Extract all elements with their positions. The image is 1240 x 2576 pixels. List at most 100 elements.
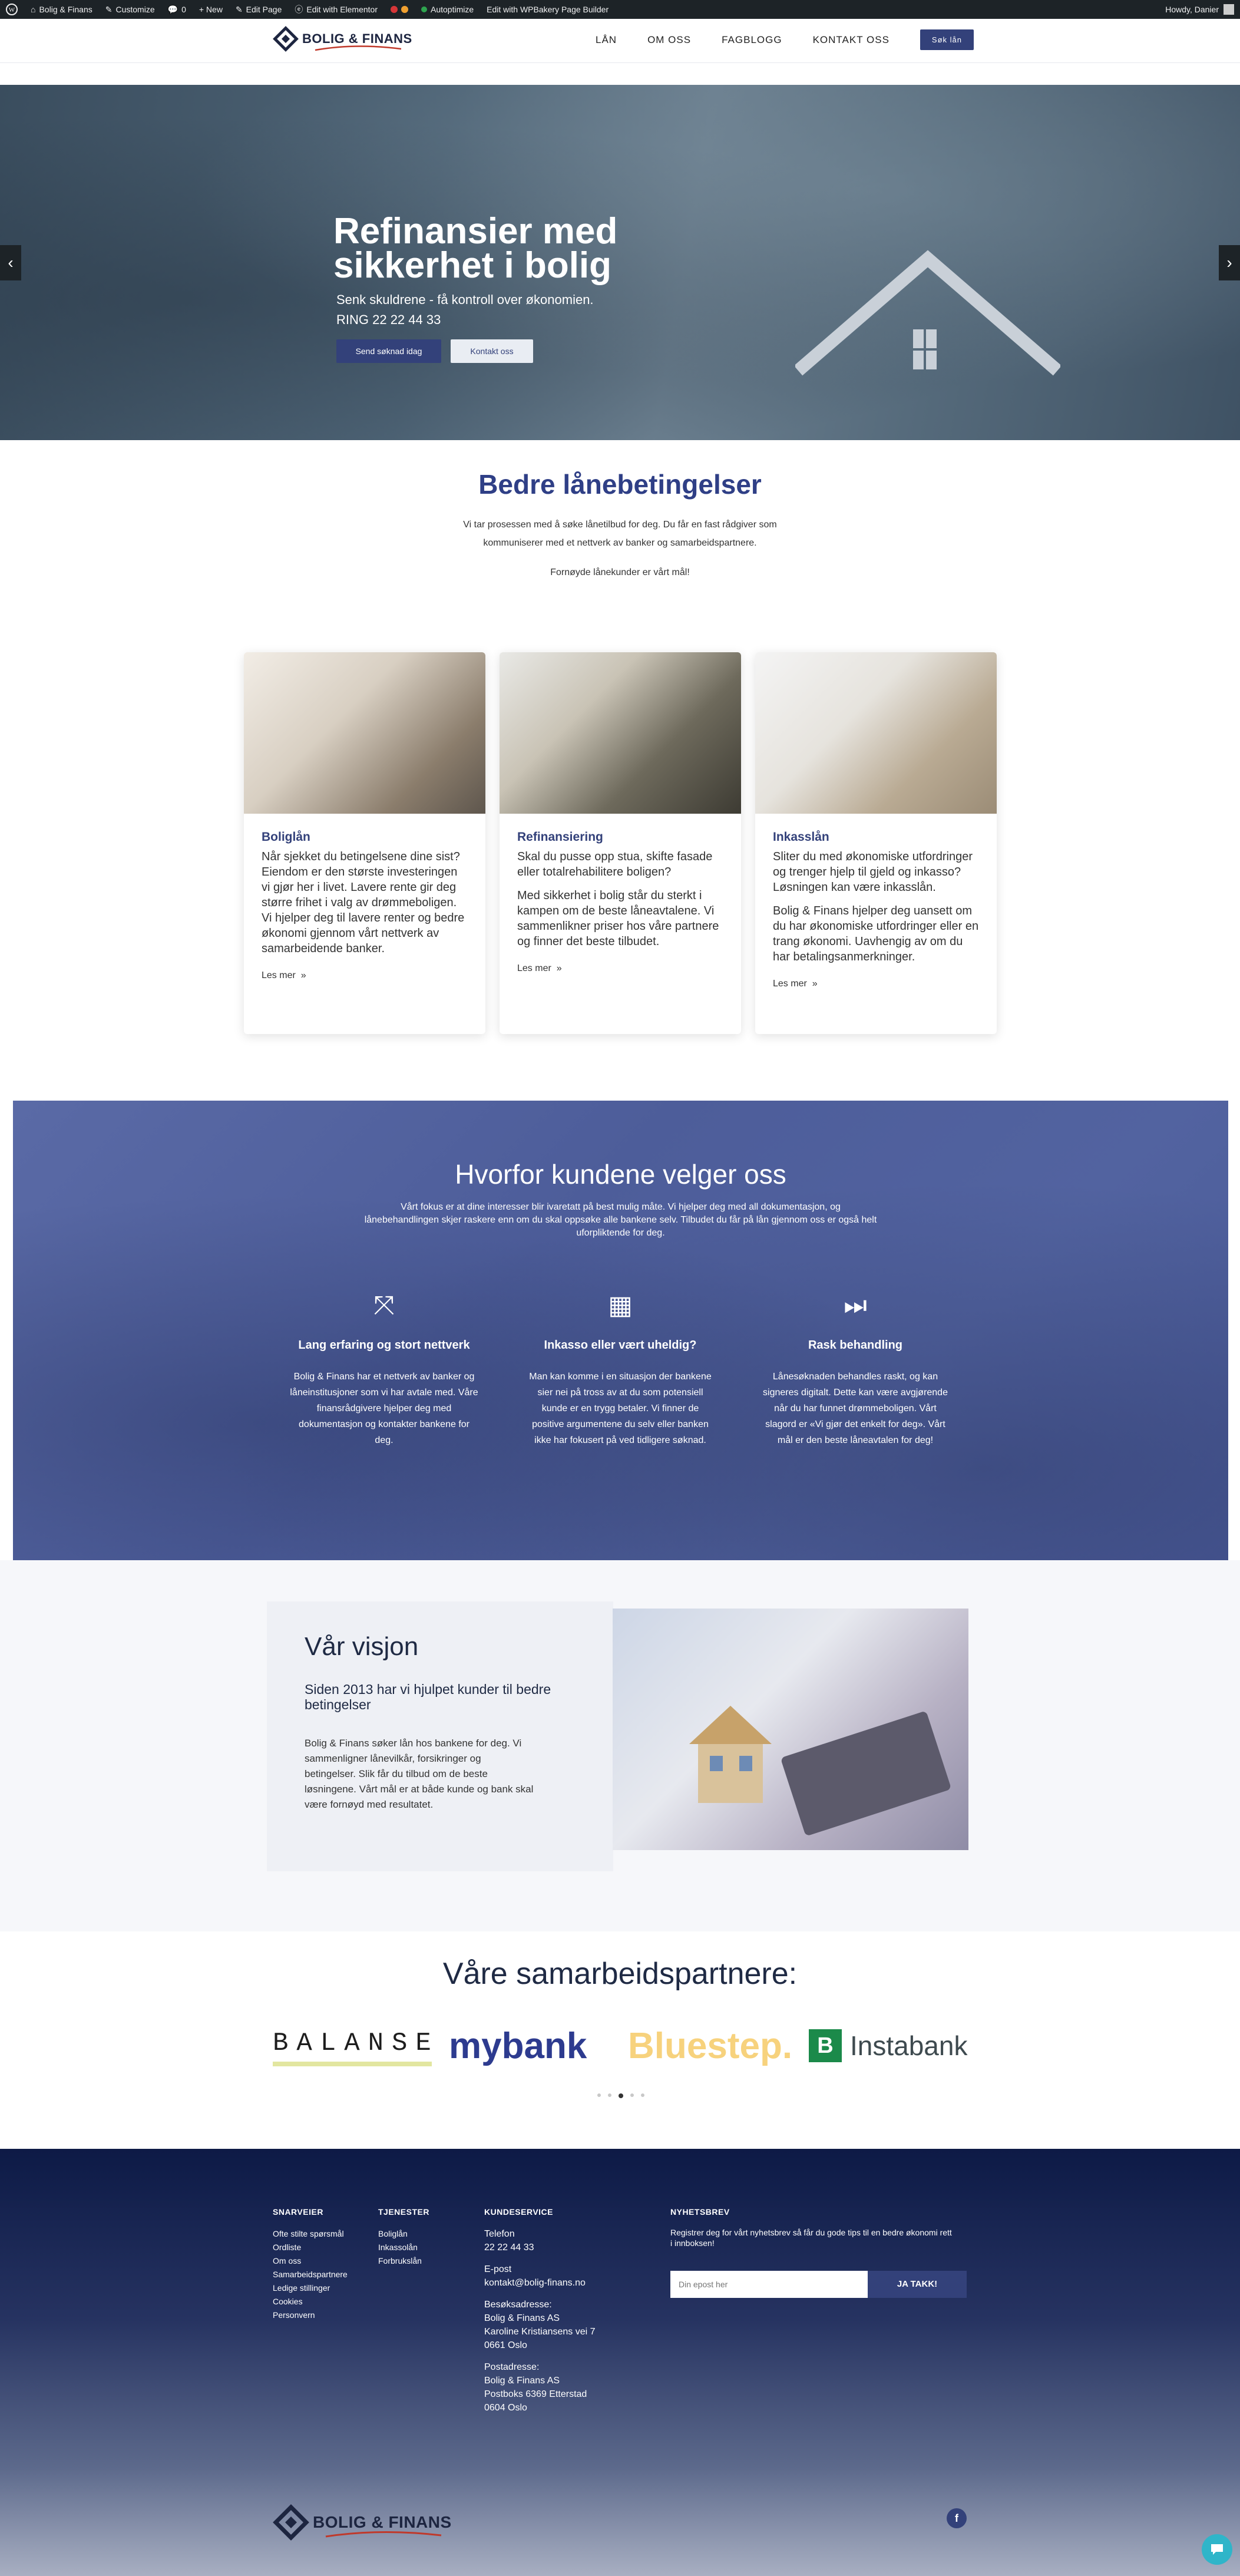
- admin-edit-page[interactable]: ✎ Edit Page: [236, 5, 282, 15]
- partner-name: mybank: [449, 2025, 587, 2066]
- why-column-text: Lånesøknaden behandles raskt, og kan sig…: [763, 1372, 948, 1445]
- card-title: Boliglån: [262, 830, 310, 844]
- admin-status-dots[interactable]: [391, 6, 408, 13]
- read-more-link[interactable]: Les mer »: [262, 970, 468, 981]
- footer-link[interactable]: Cookies: [273, 2295, 373, 2309]
- elementor-icon: ⓔ: [295, 5, 303, 14]
- carousel-dot[interactable]: [608, 2093, 611, 2097]
- why-column-text: Bolig & Finans har et nettverk av banker…: [290, 1372, 478, 1445]
- vision-text: Bolig & Finans søker lån hos bankene for…: [305, 1738, 534, 1810]
- site-logo[interactable]: BOLIG & FINANS: [273, 26, 412, 52]
- chevron-right-icon: ›: [1226, 253, 1232, 272]
- slider-prev-button[interactable]: ‹: [0, 245, 21, 280]
- avatar: [1224, 4, 1234, 15]
- pencil-icon: ✎: [235, 4, 243, 14]
- nav-item-fagblogg[interactable]: FAGBLOGG: [722, 34, 782, 46]
- partner-logo-mybank[interactable]: mybank: [449, 2025, 587, 2066]
- nav-item-kontakt-oss[interactable]: KONTAKT OSS: [813, 34, 890, 46]
- service-card-inkasslan[interactable]: Inkasslån Sliter du med økonomiske utfor…: [755, 652, 997, 1034]
- read-more-link[interactable]: Les mer »: [773, 979, 979, 989]
- footer-link[interactable]: Ofte stilte spørsmål: [273, 2227, 373, 2241]
- nav-item-lan[interactable]: LÅN: [596, 34, 617, 46]
- admin-new[interactable]: + New: [199, 5, 223, 14]
- chat-bubble-button[interactable]: [1202, 2534, 1232, 2565]
- status-red-dot: [391, 6, 398, 13]
- admin-site-name[interactable]: ⌂ Bolig & Finans: [31, 5, 92, 14]
- footer-logo[interactable]: BOLIG & FINANS: [273, 2504, 452, 2541]
- facebook-icon[interactable]: f: [947, 2508, 967, 2528]
- newsletter-text: Registrer deg for vårt nyhetsbrev så får…: [670, 2228, 952, 2248]
- wordpress-icon[interactable]: W: [6, 4, 18, 15]
- nav-item-om-oss[interactable]: OM OSS: [647, 34, 691, 46]
- email-label: E-post: [484, 2264, 512, 2274]
- address-line: Bolig & Finans AS: [484, 2313, 560, 2323]
- read-more-label: Les mer: [773, 979, 807, 989]
- partners-title: Våre samarbeidspartnere:: [442, 1957, 798, 1991]
- service-card-boliglan[interactable]: Boliglån Når sjekket du betingelsene din…: [244, 652, 485, 1034]
- carousel-dot[interactable]: [641, 2093, 644, 2097]
- phone-label: Telefon: [484, 2229, 515, 2239]
- footer-shortcuts: SNARVEIER Ofte stilte spørsmål Ordliste …: [273, 2205, 373, 2322]
- footer-link[interactable]: Ledige stillinger: [273, 2281, 373, 2295]
- partner-logo-balanse[interactable]: BALANSE: [273, 2025, 432, 2066]
- double-chevron-right-icon: »: [554, 963, 562, 973]
- double-chevron-right-icon: »: [809, 979, 818, 989]
- vision-title: Vår visjon: [305, 1632, 419, 1661]
- why-choose-us-section: Hvorfor kundene velger oss Vårt fokus er…: [13, 1101, 1228, 1560]
- address-line: Postboks 6369 Etterstad: [484, 2389, 587, 2399]
- footer-link[interactable]: Boliglån: [378, 2227, 472, 2241]
- status-orange-dot: [401, 6, 408, 13]
- site-footer: SNARVEIER Ofte stilte spørsmål Ordliste …: [0, 2149, 1240, 2576]
- autoptimize-label: Autoptimize: [431, 5, 474, 14]
- admin-account[interactable]: Howdy, Danier: [1165, 4, 1234, 15]
- footer-link[interactable]: Personvern: [273, 2309, 373, 2322]
- carousel-dot-active[interactable]: [619, 2093, 623, 2098]
- apply-loan-button[interactable]: Søk lån: [920, 29, 974, 50]
- carousel-dot[interactable]: [630, 2093, 634, 2097]
- edit-page-label: Edit Page: [246, 5, 282, 14]
- visit-address-label: Besøksadresse:: [484, 2300, 552, 2310]
- carousel-dot[interactable]: [597, 2093, 601, 2097]
- phone-number[interactable]: 22 22 44 33: [484, 2241, 626, 2254]
- partner-name: BALANSE: [273, 2029, 439, 2058]
- footer-col-title: NYHETSBREV: [670, 2207, 730, 2217]
- contact-us-button[interactable]: Kontakt oss: [451, 339, 533, 363]
- new-label: + New: [199, 5, 223, 14]
- footer-link[interactable]: Forbrukslån: [378, 2254, 472, 2268]
- newsletter-email-input[interactable]: [670, 2271, 868, 2298]
- partner-logo-bluestep[interactable]: Bluestep.: [628, 2025, 792, 2066]
- why-column-title: Lang erfaring og stort nettverk: [298, 1339, 470, 1352]
- admin-comments[interactable]: 💬 0: [168, 5, 186, 15]
- admin-wpbakery[interactable]: Edit with WPBakery Page Builder: [487, 5, 609, 14]
- hero-title: Refinansier med sikkerhet i bolig: [333, 211, 663, 284]
- partner-name: Instabank: [850, 2030, 968, 2061]
- vision-subtitle: Siden 2013 har vi hjulpet kunder til bed…: [305, 1682, 551, 1712]
- why-column-title: Rask behandling: [808, 1339, 903, 1352]
- partner-logo-instabank[interactable]: B Instabank: [809, 2025, 967, 2066]
- card-text-2: Bolig & Finans hjelper deg uansett om du…: [773, 904, 979, 963]
- admin-autoptimize[interactable]: Autoptimize: [421, 5, 474, 14]
- footer-link[interactable]: Om oss: [273, 2254, 373, 2268]
- footer-link[interactable]: Inkassolån: [378, 2241, 472, 2254]
- service-card-refinansiering[interactable]: Refinansiering Skal du pusse opp stua, s…: [500, 652, 741, 1034]
- logo-mark-icon: [273, 2504, 309, 2541]
- footer-link[interactable]: Samarbeidspartnere: [273, 2268, 373, 2281]
- card-title: Inkasslån: [773, 830, 829, 844]
- admin-edit-elementor[interactable]: ⓔ Edit with Elementor: [295, 4, 378, 15]
- footer-link[interactable]: Ordliste: [273, 2241, 373, 2254]
- footer-newsletter: NYHETSBREV Registrer deg for vårt nyhets…: [670, 2205, 968, 2298]
- subscribe-button[interactable]: JA TAKK!: [868, 2271, 967, 2298]
- why-column-text: Man kan komme i en situasjon der bankene…: [529, 1372, 712, 1445]
- read-more-link[interactable]: Les mer »: [517, 963, 723, 974]
- fast-forward-icon: ⏭: [844, 1291, 867, 1320]
- partners-carousel-dots: [597, 2093, 644, 2098]
- admin-customize[interactable]: ✎ Customize: [105, 5, 155, 15]
- double-chevron-right-icon: »: [298, 970, 306, 980]
- send-application-button[interactable]: Send søknad idag: [336, 339, 441, 363]
- address-line: 0604 Oslo: [484, 2403, 527, 2413]
- email-link[interactable]: kontakt@bolig-finans.no: [484, 2276, 626, 2290]
- slider-next-button[interactable]: ›: [1219, 245, 1240, 280]
- hero-title-line1: Refinansier med: [333, 211, 618, 252]
- newsletter-form: JA TAKK!: [670, 2271, 968, 2298]
- logo-mark-icon: [273, 26, 299, 52]
